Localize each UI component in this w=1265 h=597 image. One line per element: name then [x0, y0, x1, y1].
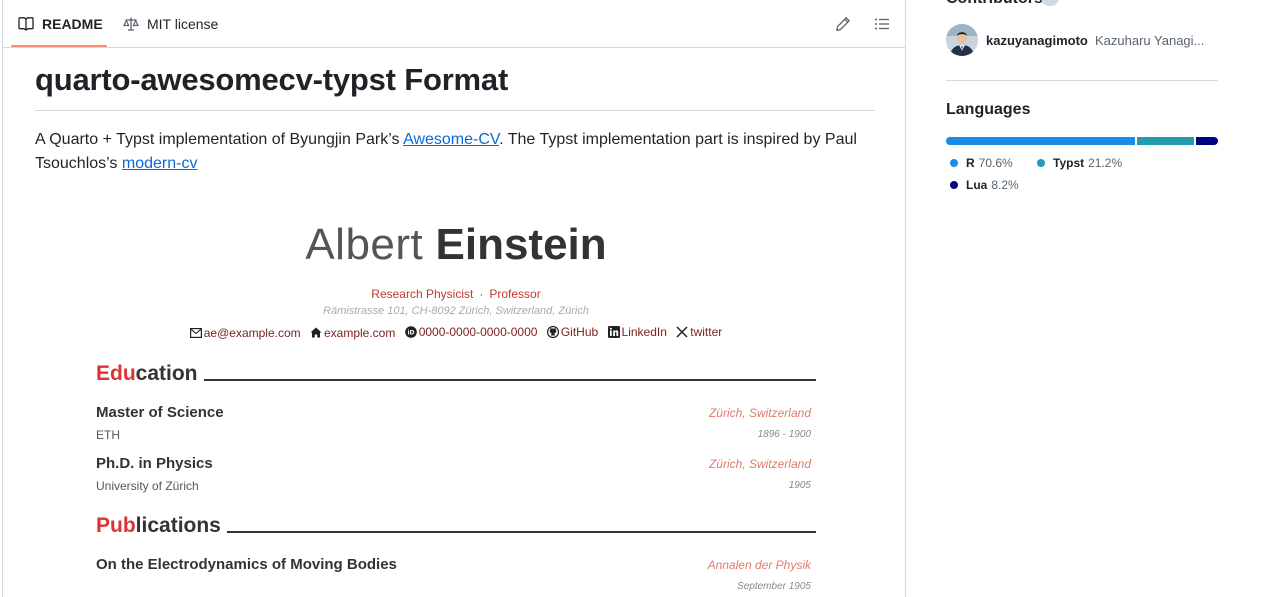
section-rest: cation	[135, 362, 198, 385]
github-icon	[546, 326, 559, 338]
cv-positions: Research Physicist · Professor	[3, 287, 909, 301]
cv-section-education: Education	[96, 360, 816, 386]
language-bar-segment	[1137, 137, 1195, 145]
linkedin-icon	[607, 326, 620, 338]
contributor-login[interactable]: kazuyanagimoto	[986, 33, 1088, 48]
edu-entry-2-location: Zürich, Switzerland	[708, 457, 811, 471]
cv-position-1: Research Physicist	[371, 287, 474, 301]
languages-heading: Languages	[946, 101, 1031, 118]
pencil-icon	[836, 17, 850, 31]
language-bar-segment	[946, 137, 1136, 145]
cv-contact-linkedin: LinkedIn	[607, 325, 667, 339]
orcid-icon: iD	[404, 326, 417, 338]
language-color-dot	[950, 159, 958, 167]
readme-panel: README MIT license quarto-awesomecv-typs…	[2, 0, 906, 597]
edu-entry-1-location: Zürich, Switzerland	[708, 406, 811, 420]
section-rest: lications	[135, 514, 221, 537]
languages-progress-bar	[946, 137, 1218, 145]
language-color-dot	[950, 181, 958, 189]
cv-contact-homepage: example.com	[310, 326, 395, 340]
cv-address: Rämistrasse 101, CH-8092 Zürich, Switzer…	[323, 305, 589, 317]
cv-contact-twitter: twitter	[676, 325, 722, 339]
cv-section-publications: Publications	[96, 512, 816, 538]
book-icon	[18, 16, 34, 32]
cv-contact-orcid: iD 0000-0000-0000-0000	[404, 325, 537, 339]
envelope-icon	[189, 328, 202, 338]
language-item-lua[interactable]: Lua 8.2%	[950, 178, 1019, 192]
contributors-count-badge	[1041, 0, 1059, 6]
readme-description: A Quarto + Typst implementation of Byung…	[35, 128, 875, 176]
contributor-full-name: Kazuharu Yanagi...	[1095, 33, 1205, 48]
edu-entry-2-institution: University of Zürich	[96, 479, 199, 493]
tab-readme-label: README	[42, 16, 103, 32]
law-scale-icon	[123, 16, 139, 32]
section-accent: Edu	[96, 362, 136, 385]
cv-contact-email: ae@example.com	[189, 326, 301, 340]
tab-license[interactable]: MIT license	[123, 0, 218, 48]
x-twitter-icon	[676, 326, 688, 338]
language-item-typst[interactable]: Typst 21.2%	[1037, 156, 1122, 170]
cv-contact-github: GitHub	[546, 325, 598, 339]
pub-entry-1-title: On the Electrodynamics of Moving Bodies	[96, 556, 397, 573]
avatar[interactable]	[946, 24, 978, 56]
outline-button[interactable]	[872, 14, 892, 34]
edu-entry-1-date: 1896 - 1900	[757, 429, 811, 440]
language-bar-segment	[1196, 137, 1218, 145]
section-rule	[226, 531, 816, 533]
cv-position-separator: ·	[479, 287, 484, 301]
edu-entry-2-date: 1905	[788, 480, 811, 491]
svg-text:iD: iD	[407, 329, 414, 336]
cv-position-2: Professor	[489, 287, 541, 301]
pub-entry-1-date: September 1905	[737, 581, 811, 592]
edu-entry-2-title: Ph.D. in Physics	[96, 455, 213, 472]
sidebar-divider	[946, 80, 1218, 81]
tab-readme[interactable]: README	[18, 0, 103, 48]
section-rule	[203, 379, 816, 381]
pub-entry-1-venue: Annalen der Physik	[707, 558, 811, 572]
modern-cv-link[interactable]: modern-cv	[122, 155, 198, 172]
language-color-dot	[1037, 159, 1045, 167]
contributors-heading[interactable]: Contributors	[946, 0, 1043, 8]
cv-last-name: Einstein	[435, 220, 607, 269]
active-tab-indicator	[11, 45, 107, 47]
cv-first-name: Albert	[305, 220, 424, 269]
desc-text-1: A Quarto + Typst implementation of Byung…	[35, 131, 404, 148]
awesome-cv-link[interactable]: Awesome-CV	[403, 131, 499, 148]
cv-contacts: ae@example.com example.com iD 0000-0000-…	[3, 325, 909, 341]
edu-entry-1-institution: ETH	[96, 428, 120, 442]
list-unordered-icon	[875, 18, 889, 30]
cv-name: Albert Einstein	[3, 220, 909, 270]
home-icon	[310, 327, 322, 338]
readme-title: quarto-awesomecv-typst Format	[35, 62, 875, 111]
readme-tab-bar: README MIT license	[3, 0, 905, 48]
edit-file-button[interactable]	[833, 14, 853, 34]
language-item-r[interactable]: R 70.6%	[950, 156, 1013, 170]
tab-license-label: MIT license	[147, 16, 219, 32]
edu-entry-1-title: Master of Science	[96, 404, 224, 421]
section-accent: Pub	[96, 514, 136, 537]
